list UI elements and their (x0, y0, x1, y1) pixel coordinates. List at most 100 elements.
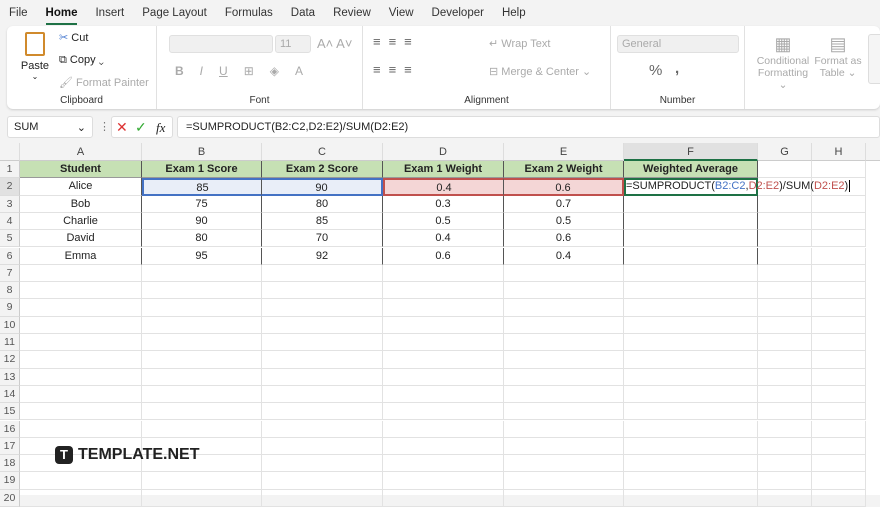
cell-D16[interactable] (383, 420, 504, 438)
cell-C20[interactable] (262, 489, 383, 507)
cell-D20[interactable] (383, 489, 504, 507)
percent-button[interactable]: % (649, 62, 662, 79)
cell-A13[interactable] (20, 368, 142, 386)
cell-E7[interactable] (504, 264, 624, 283)
cell-B20[interactable] (142, 489, 262, 507)
header-cell[interactable]: Student (20, 161, 142, 179)
cell-C19[interactable] (262, 472, 383, 490)
cell-C8[interactable] (262, 282, 383, 300)
cell-H7[interactable] (812, 264, 866, 283)
cell-E17[interactable] (504, 437, 624, 456)
cell-D10[interactable] (383, 316, 504, 334)
row-header-16[interactable]: 16 (0, 420, 20, 438)
cell-F15[interactable] (624, 403, 758, 421)
cell-B2[interactable]: 85 (142, 178, 262, 196)
cell-D13[interactable] (383, 368, 504, 386)
cell-D15[interactable] (383, 403, 504, 421)
cell-E5[interactable]: 0.6 (504, 230, 624, 248)
row-header-17[interactable]: 17 (0, 437, 20, 456)
cell-E9[interactable] (504, 299, 624, 317)
cell-C2[interactable]: 90 (262, 178, 383, 196)
row-header-4[interactable]: 4 (0, 212, 20, 231)
cell-A14[interactable] (20, 385, 142, 404)
comma-button[interactable]: , (675, 60, 679, 77)
cell-F6[interactable] (624, 247, 758, 265)
paste-button[interactable]: Paste ⌄ (19, 32, 51, 81)
cell-D8[interactable] (383, 282, 504, 300)
cell-A9[interactable] (20, 299, 142, 317)
cell-B6[interactable]: 95 (142, 247, 262, 265)
cell-G4[interactable] (758, 212, 812, 231)
cell-C17[interactable] (262, 437, 383, 456)
cell-F14[interactable] (624, 385, 758, 404)
cell-H20[interactable] (812, 489, 866, 507)
cell-F17[interactable] (624, 437, 758, 456)
cell-H14[interactable] (812, 385, 866, 404)
vertical-align-icons[interactable]: ≡≡≡ (373, 34, 420, 49)
cell-G15[interactable] (758, 403, 812, 421)
cell-G12[interactable] (758, 351, 812, 369)
cell-A20[interactable] (20, 489, 142, 507)
header-cell[interactable]: Exam 2 Score (262, 161, 383, 179)
cell-G18[interactable] (758, 455, 812, 473)
cell-D9[interactable] (383, 299, 504, 317)
merge-center-button[interactable]: ⊟ Merge & Center ⌄ (489, 65, 591, 78)
cell-C18[interactable] (262, 455, 383, 473)
cell-G20[interactable] (758, 489, 812, 507)
cell-F5[interactable] (624, 230, 758, 248)
cell-B13[interactable] (142, 368, 262, 386)
cell-G7[interactable] (758, 264, 812, 283)
cell-C13[interactable] (262, 368, 383, 386)
cell-styles-gallery[interactable] (868, 34, 880, 84)
menu-view[interactable]: View (380, 7, 423, 19)
cell-D17[interactable] (383, 437, 504, 456)
row-header-1[interactable]: 1 (0, 161, 20, 179)
column-header-H[interactable]: H (812, 143, 866, 161)
column-header-G[interactable]: G (758, 143, 812, 161)
cell-A16[interactable] (20, 420, 142, 438)
cell-E15[interactable] (504, 403, 624, 421)
header-cell[interactable] (758, 161, 812, 179)
font-name-select[interactable] (169, 35, 273, 53)
cell-A7[interactable] (20, 264, 142, 283)
cell-E8[interactable] (504, 282, 624, 300)
cell-F11[interactable] (624, 334, 758, 352)
cell-F13[interactable] (624, 368, 758, 386)
cell-F20[interactable] (624, 489, 758, 507)
cell-E19[interactable] (504, 472, 624, 490)
cut-button[interactable]: ✂ Cut (59, 31, 88, 44)
cell-B4[interactable]: 90 (142, 212, 262, 231)
cell-H10[interactable] (812, 316, 866, 334)
cell-H9[interactable] (812, 299, 866, 317)
cell-F4[interactable] (624, 212, 758, 231)
row-header-7[interactable]: 7 (0, 264, 20, 283)
cell-E20[interactable] (504, 489, 624, 507)
cell-A12[interactable] (20, 351, 142, 369)
column-header-B[interactable]: B (142, 143, 262, 161)
row-header-3[interactable]: 3 (0, 195, 20, 213)
cell-A5[interactable]: David (20, 230, 142, 248)
cell-G19[interactable] (758, 472, 812, 490)
cell-D5[interactable]: 0.4 (383, 230, 504, 248)
conditional-formatting-button[interactable]: ▦ Conditional Formatting ⌄ (753, 34, 813, 91)
cell-A19[interactable] (20, 472, 142, 490)
row-header-10[interactable]: 10 (0, 316, 20, 334)
cell-B11[interactable] (142, 334, 262, 352)
cell-E6[interactable]: 0.4 (504, 247, 624, 265)
cell-G3[interactable] (758, 195, 812, 213)
insert-function-icon[interactable]: fx (156, 120, 165, 136)
cell-E13[interactable] (504, 368, 624, 386)
column-header-D[interactable]: D (383, 143, 504, 161)
cell-C3[interactable]: 80 (262, 195, 383, 213)
cell-D18[interactable] (383, 455, 504, 473)
cell-A10[interactable] (20, 316, 142, 334)
row-header-19[interactable]: 19 (0, 472, 20, 490)
menu-review[interactable]: Review (324, 7, 380, 19)
menu-data[interactable]: Data (282, 7, 324, 19)
cell-H6[interactable] (812, 247, 866, 265)
header-cell[interactable]: Exam 1 Score (142, 161, 262, 179)
cell-A3[interactable]: Bob (20, 195, 142, 213)
corner-select-all[interactable] (0, 143, 20, 161)
cell-E18[interactable] (504, 455, 624, 473)
confirm-icon[interactable]: ✓ (135, 119, 147, 136)
